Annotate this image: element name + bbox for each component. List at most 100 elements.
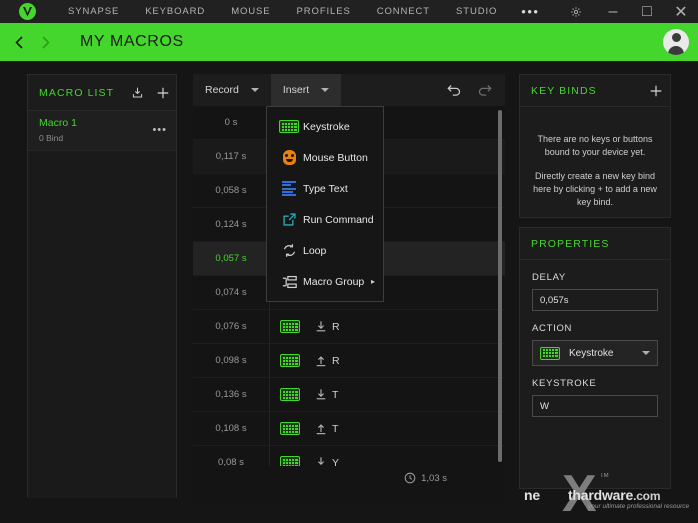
menu-item-run-command[interactable]: Run Command [267,204,383,235]
menu-item-label: Loop [303,244,327,257]
page-header: MY MACROS [0,23,698,61]
insert-button[interactable]: Insert [270,74,342,106]
action-select[interactable]: Keystroke [532,340,658,366]
step-key: Y [332,456,340,467]
menu-item-type-text[interactable]: Type Text [267,173,383,204]
action-label: ACTION [532,323,573,334]
menu-item-macro-group[interactable]: Macro Group ▸ [267,266,383,297]
macro-more-button[interactable]: ••• [152,124,167,136]
table-row[interactable]: 0,098 s R [193,343,505,378]
table-row[interactable]: 0,076 s R [193,309,505,344]
nav-tab-synapse[interactable]: SYNAPSE [55,0,132,23]
back-button[interactable] [6,35,32,50]
nav-more-button[interactable]: ••• [510,0,550,23]
keystroke-field[interactable]: W [532,395,658,417]
macro-list-header: MACRO LIST [28,75,176,111]
import-icon[interactable] [124,86,150,99]
scrollbar-vertical[interactable] [498,110,502,462]
main-content: MACRO LIST Macro 1 0 Bind ••• Record Ins… [0,61,698,523]
text-lines-icon [275,181,303,196]
delay-value: 0,057s [540,294,569,306]
razer-logo [0,3,55,20]
nav-tab-profiles[interactable]: PROFILES [284,0,364,23]
menu-item-keystroke[interactable]: Keystroke [267,111,383,142]
key-binds-title: KEY BINDS [531,84,597,97]
watermark-tm: TM [600,473,609,479]
nav-tab-connect[interactable]: CONNECT [364,0,443,23]
user-avatar-icon[interactable] [663,29,689,55]
chevron-down-icon [321,88,330,92]
menu-item-mouse-button[interactable]: Mouse Button [267,142,383,173]
macro-name: Macro 1 [39,117,77,129]
table-row[interactable]: 0,136 s T [193,377,505,412]
step-delay: 0,124 s [215,219,247,230]
step-key: T [332,388,339,401]
macro-editor-panel: Record Insert Keystroke Mouse Button Typ… [193,74,505,498]
step-key: R [332,320,340,333]
add-key-bind-button[interactable] [642,84,670,98]
chevron-right-icon: ▸ [370,277,375,286]
delay-field[interactable]: 0,057s [532,289,658,311]
window-controls: – □ ✕ [556,0,698,23]
menu-item-loop[interactable]: Loop [267,235,383,266]
gear-icon[interactable] [556,0,596,23]
nav-tabs: SYNAPSE KEYBOARD MOUSE PROFILES CONNECT … [55,0,550,23]
step-delay: 0,076 s [215,321,247,332]
key-binds-panel: KEY BINDS There are no keys or buttons b… [519,74,671,218]
loop-icon [275,243,303,258]
step-delay: 0,117 s [215,151,247,162]
maximize-button[interactable]: □ [630,0,664,23]
macro-list-title: MACRO LIST [39,86,115,99]
nav-tab-studio[interactable]: STUDIO [443,0,510,23]
list-item[interactable]: Macro 1 0 Bind ••• [28,111,176,151]
page-title: MY MACROS [80,33,184,50]
watermark-brand: ne thardware.com [524,487,660,503]
chevron-down-icon [250,88,259,92]
add-macro-button[interactable] [150,86,176,100]
insert-dropdown-menu: Keystroke Mouse Button Type Text Run Com… [266,106,384,302]
keystroke-label: KEYSTROKE [532,378,597,389]
key-binds-header: KEY BINDS [520,75,670,107]
keyboard-icon [270,354,310,367]
forward-button[interactable] [32,35,58,50]
macro-list-panel: MACRO LIST Macro 1 0 Bind ••• [27,74,177,498]
properties-body: DELAY 0,057s ACTION Keystroke KEYSTROKE [520,260,670,417]
razer-synapse-window: SYNAPSE KEYBOARD MOUSE PROFILES CONNECT … [0,0,698,523]
properties-panel: PROPERTIES DELAY 0,057s ACTION Keystroke [519,227,671,489]
step-key: R [332,354,340,367]
undo-icon[interactable] [439,74,469,106]
properties-header: PROPERTIES [520,228,670,260]
redo-icon[interactable] [469,74,499,106]
minimize-button[interactable]: – [596,0,630,23]
step-delay: 0 s [224,117,238,128]
right-panel: KEY BINDS There are no keys or buttons b… [519,74,671,489]
key-down-icon [310,320,332,333]
macro-bind-count: 0 Bind [39,133,64,143]
keyboard-icon [270,456,310,466]
table-row[interactable]: 0,08 s Y [193,445,505,467]
step-delay: 0,074 s [215,287,247,298]
nav-tab-keyboard[interactable]: KEYBOARD [132,0,218,23]
step-delay: 0,108 s [215,423,247,434]
key-binds-empty-state: There are no keys or buttons bound to yo… [520,107,670,209]
delay-label: DELAY [532,272,566,283]
watermark-tagline: your ultimate professional resource [588,503,690,510]
menu-item-label: Keystroke [303,120,350,133]
razer-logo-icon [19,3,36,20]
empty-state-line-1: There are no keys or buttons bound to yo… [537,134,653,157]
macro-list-body: Macro 1 0 Bind ••• [28,111,176,498]
nav-tab-mouse[interactable]: MOUSE [218,0,283,23]
watermark: X ne thardware.com TM your ultimate profe… [516,473,698,523]
keyboard-icon [540,346,560,360]
step-delay: 0,08 s [218,457,244,466]
menu-item-label: Mouse Button [303,151,368,164]
close-button[interactable]: ✕ [664,0,698,23]
editor-toolbar: Record Insert Keystroke Mouse Button Typ… [193,74,505,302]
step-delay: 0,136 s [215,389,247,400]
menu-item-label: Macro Group [303,275,365,288]
table-row[interactable]: 0,108 s T [193,411,505,446]
record-button[interactable]: Record [193,74,271,106]
step-delay: 0,057 s [215,253,247,264]
watermark-tail: thardware [567,487,634,503]
keyboard-icon [270,320,310,333]
